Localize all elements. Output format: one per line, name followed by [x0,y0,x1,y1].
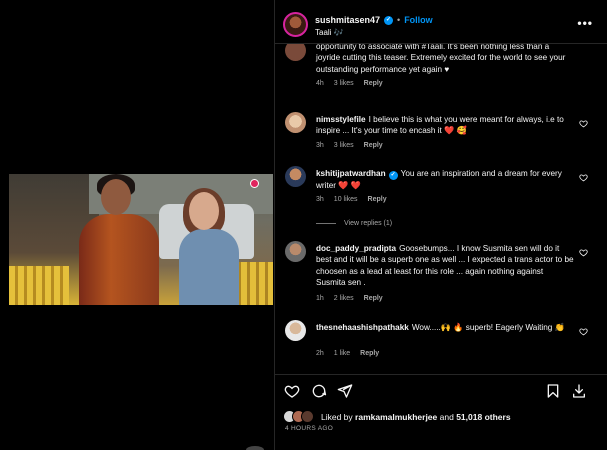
bookmark-icon[interactable] [545,383,561,399]
comment-meta: 3h 3 likes Reply [316,142,383,149]
reply-button[interactable]: Reply [360,350,379,357]
comment-content: Wow.....🙌 🔥 superb! Eagerly Waiting 👏 [411,323,565,332]
video-person-1 [79,214,159,305]
reply-button[interactable]: Reply [364,80,383,87]
comment-text: kshitijpatwardhan ✓ You are an inspiration… [316,168,574,191]
comment-text: doc_paddy_pradipta Goosebumps... I know S… [316,243,574,288]
video-barrier-left [9,266,69,305]
comment-meta: 3h 10 likes Reply [316,196,387,203]
comment-icon[interactable] [311,383,327,399]
commenter-avatar[interactable] [285,166,306,187]
comment-heart-icon[interactable] [579,119,588,128]
comment-likes[interactable]: 1 like [334,350,350,357]
send-icon[interactable] [337,383,353,399]
comment-likes[interactable]: 3 likes [334,142,354,149]
comment-time: 3h [316,196,324,203]
download-icon[interactable] [571,383,587,399]
view-replies-line [316,223,336,224]
comment-text: opportunity to associate with #Taali. It… [316,44,574,75]
comment-likes[interactable]: 10 likes [334,196,358,203]
commenter-avatar[interactable] [285,241,306,262]
comment-time: 1h [316,295,324,302]
likes-and: and [439,411,454,422]
comment-likes[interactable]: 2 likes [334,295,354,302]
media-pane [0,0,274,450]
reply-button[interactable]: Reply [364,295,383,302]
likes-count[interactable]: 51,018 others [456,412,510,422]
video-person-2 [179,229,239,305]
post-header: sushmitasen47 ✓ • Follow Taali 🎶 ••• [275,0,607,44]
action-bar: Liked by ramkamalmukherjee and 51,018 ot… [275,374,607,450]
follow-button[interactable]: Follow [404,15,433,25]
comment-time: 4h [316,80,324,87]
scroll-indicator [246,446,264,450]
commenter-avatar[interactable] [285,44,306,61]
view-replies-label[interactable]: View replies (1) [344,220,392,227]
video-person-2-head [189,192,219,230]
likes-row: Liked by ramkamalmukherjee and 51,018 ot… [283,410,511,423]
channel-logo-icon [250,179,259,188]
post-audio-title[interactable]: Taali 🎶 [315,28,344,37]
commenter-username[interactable]: thesnehaashishpathakk [316,323,409,332]
post-timestamp[interactable]: 4 HOURS AGO [285,425,333,432]
heart-icon[interactable] [284,383,300,399]
comment-text: thesnehaashishpathakk Wow.....🙌 🔥 superb!… [316,322,574,333]
liker-username[interactable]: ramkamalmukherjee [355,412,437,422]
comment-heart-icon[interactable] [579,173,588,182]
liker-avatars[interactable] [283,410,317,423]
comments-list: opportunity to associate with #Taali. It… [275,44,607,374]
commenter-username[interactable]: doc_paddy_pradipta [316,244,396,253]
view-replies-button[interactable]: View replies (1) [316,220,392,227]
comment-meta: 4h 3 likes Reply [316,80,383,87]
commenter-username[interactable]: kshitijpatwardhan [316,169,386,178]
commenter-avatar[interactable] [285,320,306,341]
verified-icon: ✓ [384,15,394,25]
comment-likes[interactable]: 3 likes [334,80,354,87]
author-row: sushmitasen47 ✓ • Follow [315,15,433,25]
comment-text: nimsstylefile I believe this is what you … [316,114,574,137]
comment-heart-icon[interactable] [579,248,588,257]
author-avatar[interactable] [283,12,308,37]
comment-meta: 1h 2 likes Reply [316,295,383,302]
comment-content: opportunity to associate with #Taali. It… [316,44,566,74]
comment-heart-icon[interactable] [579,327,588,336]
comment-time: 3h [316,142,324,149]
comment-meta: 2h 1 like Reply [316,350,379,357]
post-video[interactable] [9,174,273,305]
video-person-1-head [101,179,131,215]
separator-dot: • [397,15,401,25]
author-username[interactable]: sushmitasen47 [315,15,380,25]
likes-summary: Liked by ramkamalmukherjee and 51,018 ot… [321,412,511,422]
reply-button[interactable]: Reply [364,142,383,149]
comment-time: 2h [316,350,324,357]
post-details-pane: sushmitasen47 ✓ • Follow Taali 🎶 ••• opp… [274,0,607,450]
more-options-icon[interactable]: ••• [577,16,593,30]
commenter-username[interactable]: nimsstylefile [316,115,366,124]
commenter-avatar[interactable] [285,112,306,133]
likes-prefix: Liked by [321,411,353,422]
reply-button[interactable]: Reply [368,196,387,203]
verified-icon: ✓ [388,171,398,180]
liker-avatar [301,410,314,423]
